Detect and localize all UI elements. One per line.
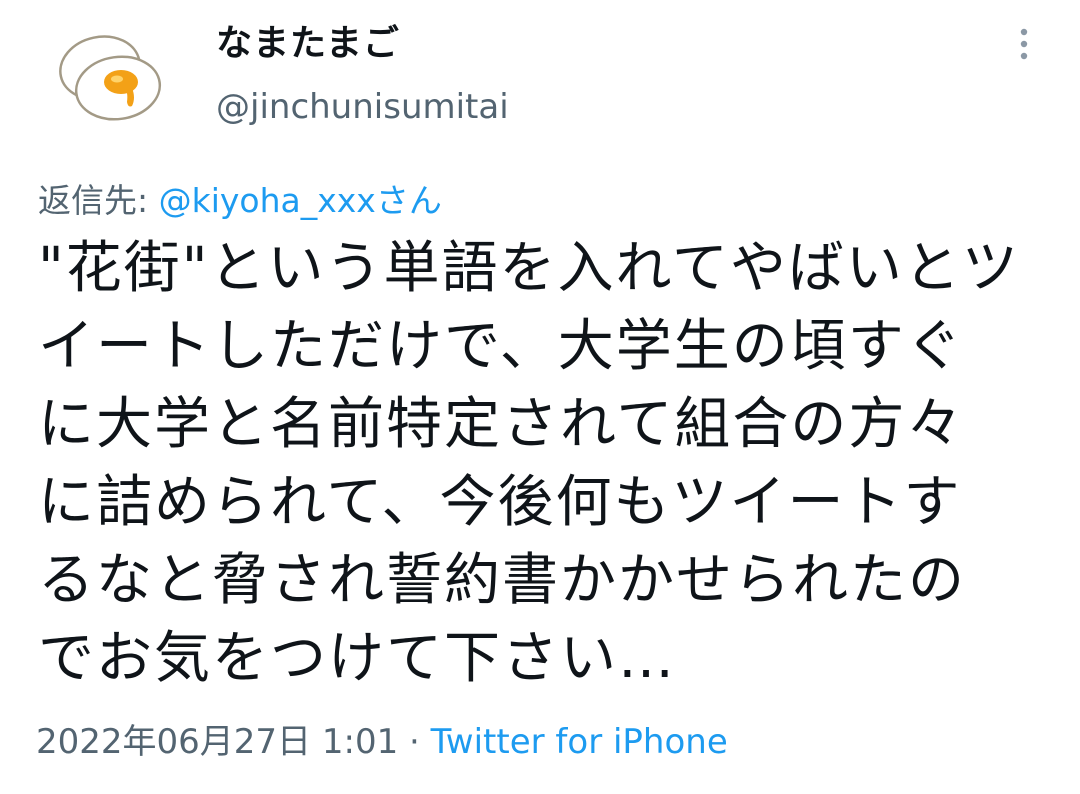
tweet-text-line: に詰められて、今後何もツイートす bbox=[38, 470, 962, 535]
more-options-icon[interactable] bbox=[1000, 20, 1048, 68]
reply-to-line: 返信先: @kiyoha_xxxさん bbox=[38, 178, 442, 224]
tweet-text-line: るなと脅され誓約書かかせられたの bbox=[38, 548, 966, 613]
reply-prefix: 返信先: bbox=[38, 181, 159, 220]
timestamp[interactable]: 2022年06月27日 1:01 bbox=[36, 722, 398, 762]
user-handle[interactable]: @jinchunisumitai bbox=[216, 84, 509, 130]
tweet-text-line: に大学と名前特定されて組合の方々 bbox=[38, 392, 965, 457]
source-link[interactable]: Twitter for iPhone bbox=[431, 722, 728, 762]
reply-suffix[interactable]: さん bbox=[376, 181, 442, 220]
tweet-meta: 2022年06月27日 1:01 · Twitter for iPhone bbox=[36, 718, 728, 766]
tweet-text-line: でお気をつけて下さい… bbox=[38, 626, 676, 691]
meta-separator: · bbox=[398, 722, 431, 762]
avatar[interactable] bbox=[46, 24, 166, 124]
tweet-text: "花街"という単語を入れてやばいとツ イートしただけで、大学生の頃すぐ に大学と… bbox=[38, 230, 1048, 698]
tweet-text-line: "花街"という単語を入れてやばいとツ bbox=[38, 236, 1020, 301]
tweet-text-line: イートしただけで、大学生の頃すぐ bbox=[38, 314, 964, 379]
egg-yolk bbox=[104, 70, 138, 94]
display-name[interactable]: なまたまご bbox=[216, 20, 400, 68]
reply-mention-link[interactable]: @kiyoha_xxx bbox=[159, 181, 376, 220]
